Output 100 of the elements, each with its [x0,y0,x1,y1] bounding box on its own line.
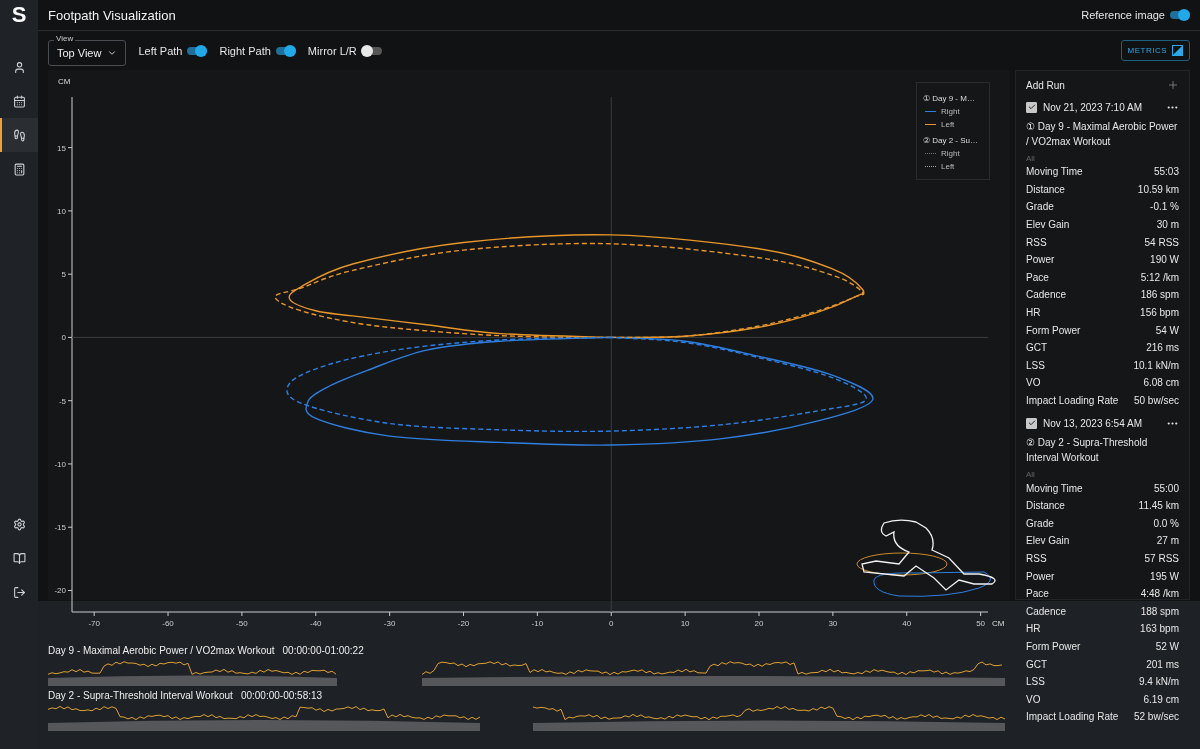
toggle-label: Reference image [1081,9,1165,21]
metric-label: GCT [1026,658,1048,670]
metric-label: HR [1026,623,1041,635]
metric-value: -0.1 % [1150,201,1179,213]
book-icon [12,551,26,565]
metric-value: 190 W [1150,254,1179,266]
run-checkbox[interactable] [1026,101,1037,113]
metric-label: Distance [1026,500,1065,512]
metric-value: 10.59 km [1137,183,1179,195]
x-tick-label: 30 [828,619,838,628]
metric-label: Form Power [1026,640,1081,652]
x-tick-label: 10 [680,619,690,628]
metric-value: 188 spm [1140,605,1179,617]
metric-value: 55:03 [1153,166,1179,178]
metric-value: 54 RSS [1144,236,1179,248]
legend-title: ① Day 9 - M… [923,94,976,103]
metric-label: Pace [1026,271,1049,283]
x-tick-label: -60 [162,619,174,628]
metric-value: 201 ms [1146,658,1179,670]
toggle-switch[interactable] [1170,11,1190,19]
y-tick-label: -15 [54,523,66,533]
metric-value: 6.19 cm [1143,693,1179,705]
metric-label: Cadence [1026,605,1067,617]
metric-label: Power [1026,254,1055,266]
metric-label: Elev Gain [1026,219,1070,231]
toggle-switch[interactable] [187,46,208,55]
run-checkbox[interactable] [1026,417,1037,429]
filter-label: All [1026,470,1036,480]
y-tick-label: 0 [61,333,66,343]
metric-label: Form Power [1026,324,1081,336]
calendar-icon [12,94,26,108]
run-name: ② Day 2 - Supra-Threshold Interval Workout [1026,436,1149,466]
y-tick-label: -5 [58,396,66,406]
metric-label: Impact Loading Rate [1026,395,1119,406]
metric-label: Moving Time [1026,482,1083,494]
metric-value: 156 bpm [1140,307,1179,319]
x-tick-label: -10 [531,619,544,628]
legend-label: Right [941,149,960,158]
metric-label: Cadence [1026,289,1067,301]
metric-value: 27 m [1156,535,1179,547]
timeline-title: Day 9 - Maximal Aerobic Power / VO2max Workout [48,645,275,656]
metric-value: 52 bw/sec [1133,711,1179,723]
metric-value: 5:12 /km [1140,271,1179,283]
x-tick-label: -20 [457,619,470,628]
metric-label: Power [1026,570,1055,582]
y-tick-label: -20 [54,586,66,596]
metric-value: 163 bpm [1140,623,1179,635]
metric-value: 52 W [1155,640,1179,652]
y-axis-label: CM [58,77,71,86]
calculator-icon [12,162,26,176]
metric-label: Distance [1026,183,1065,195]
metric-label: Impact Loading Rate [1026,711,1119,723]
metrics-button[interactable]: METRICS [1120,40,1190,61]
toggle-switch[interactable] [275,46,296,55]
toggle-switch[interactable] [361,46,382,55]
x-tick-label: -30 [383,619,396,628]
metric-value: 216 ms [1146,342,1179,354]
metric-label: VO [1026,693,1041,705]
metric-value: 9.4 kN/m [1139,676,1179,688]
legend-label: Left [941,162,955,171]
run-name: ① Day 9 - Maximal Aerobic Power / VO2max Workout [1026,120,1179,149]
metric-label: Elev Gain [1026,535,1070,547]
toggle-label: Right Path [219,44,271,57]
metric-label: LSS [1026,676,1045,688]
time-range: 00:00:00-01:00:22 [282,645,364,656]
time-range: 00:00:00-00:58:13 [240,690,323,701]
y-tick-label: 15 [57,143,66,153]
metric-value: 0.0 % [1153,517,1179,529]
metric-value: 4:48 /km [1140,588,1179,600]
metric-label: GCT [1026,342,1048,354]
x-tick-label: -50 [236,619,248,628]
metric-value: 186 spm [1140,289,1179,301]
metric-value: 6.08 cm [1143,377,1179,389]
metric-value: 55:00 [1153,482,1179,494]
metric-value: 11.45 km [1138,500,1179,512]
toggle-label: Left Path [138,44,183,57]
sidebar-item[interactable] [0,118,38,152]
metric-label: Grade [1026,201,1054,213]
x-tick-label: -40 [310,619,322,628]
add-icon[interactable] [1167,79,1179,91]
logout-icon [12,585,26,599]
metric-label: VO [1026,377,1041,389]
x-axis-label: CM [992,619,1005,628]
timeline-title: Day 2 - Supra-Threshold Interval Workout [48,690,233,701]
legend-label: Left [941,120,955,129]
y-tick-label: 5 [61,270,66,280]
footprints-icon [12,128,26,142]
chart-icon [1172,45,1183,56]
run-date: Nov 13, 2023 6:54 AM [1043,417,1143,429]
panel-title: Add Run [1026,79,1065,91]
metric-value: 57 RSS [1144,553,1179,564]
metric-label: LSS [1026,359,1045,371]
metric-label: Pace [1026,588,1049,600]
metric-value: 10.1 kN/m [1133,359,1179,371]
metric-value: 50 bw/sec [1133,395,1179,406]
run-date: Nov 21, 2023 7:10 AM [1043,101,1143,113]
legend-title: ② Day 2 - Su… [923,136,979,145]
toggle-label: Mirror L/R [307,44,357,57]
metric-value: 195 W [1150,570,1179,582]
x-tick-label: 0 [609,619,614,628]
